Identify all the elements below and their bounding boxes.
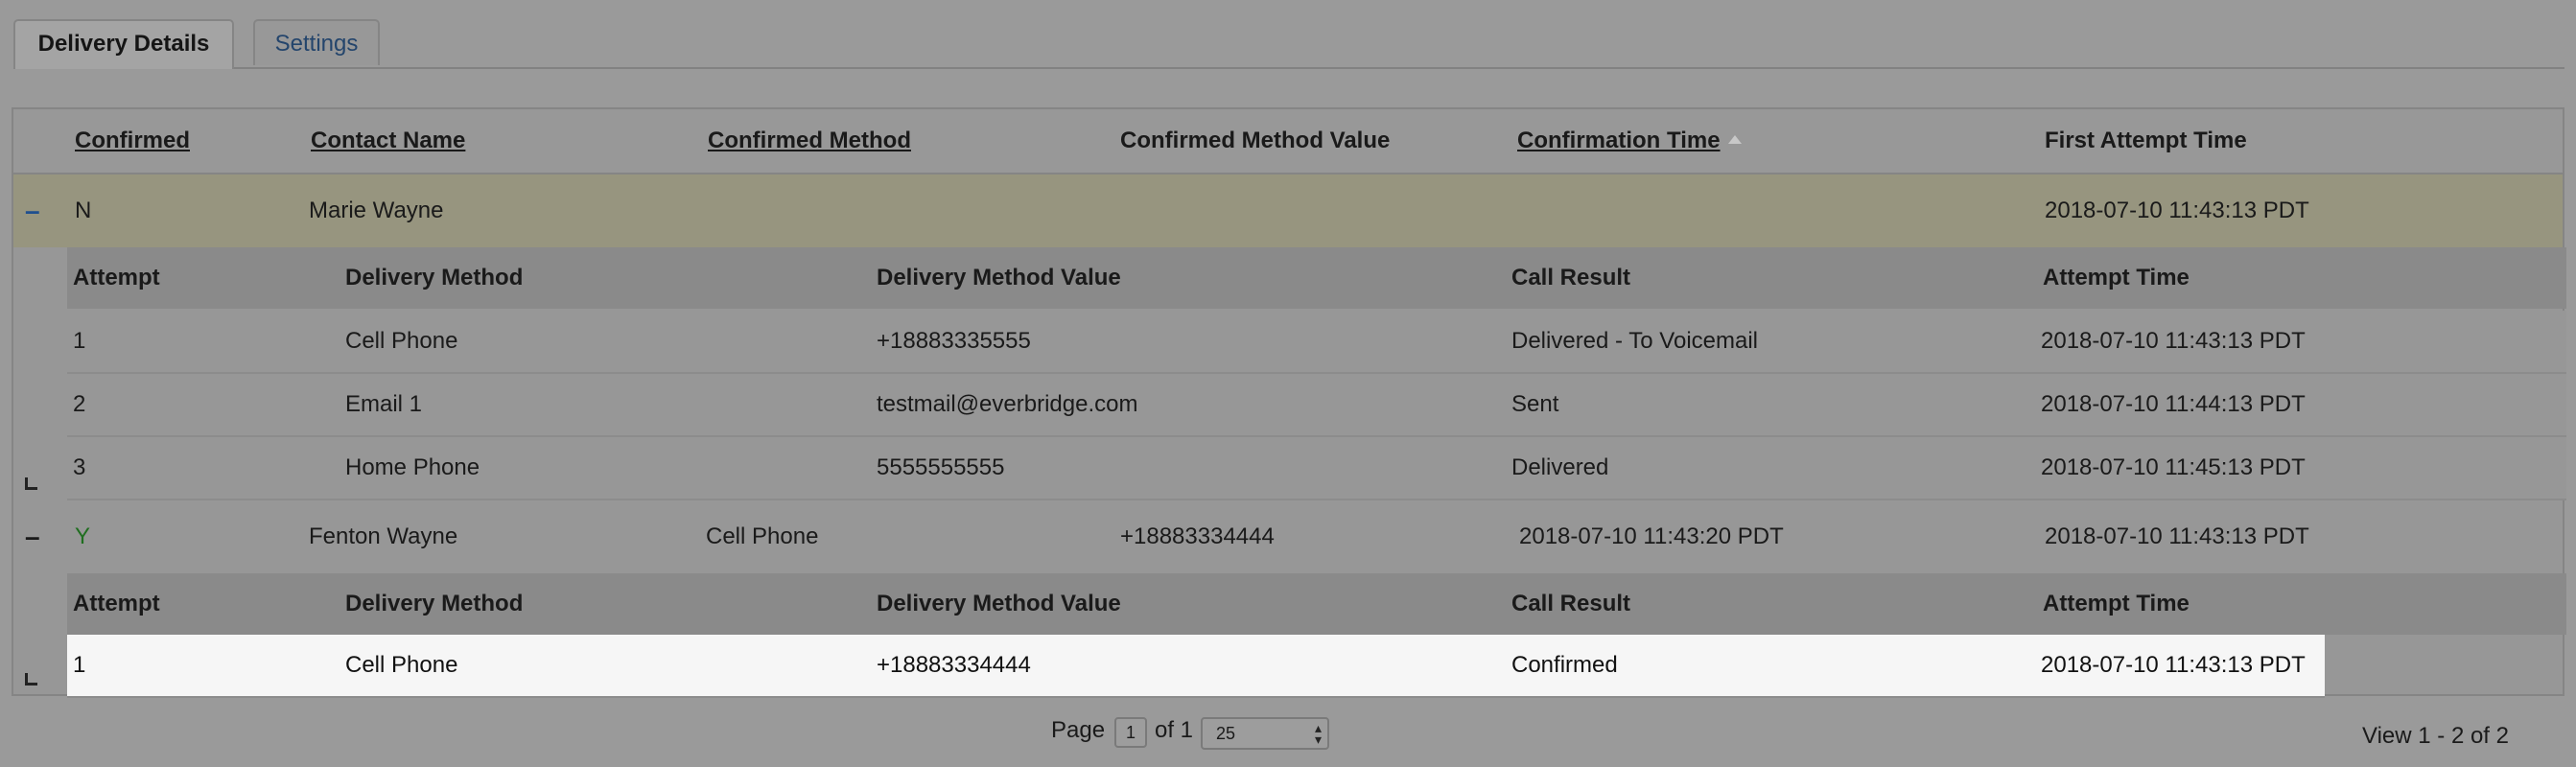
subgrid-header: Attempt Delivery Method Delivery Method … [67, 573, 2566, 635]
tab-settings[interactable]: Settings [253, 19, 380, 65]
subgrid-row[interactable]: 1 Cell Phone +18883335555 Delivered - To… [67, 311, 2566, 374]
subgrid-corner-icon [25, 477, 37, 490]
delivery-grid: Confirmed Contact Name Confirmed Method … [12, 107, 2566, 698]
rows-per-page-select[interactable]: 25 ▴ ▾ [1201, 717, 1329, 750]
column-header-confirmation-time[interactable]: Confirmation Time [1517, 128, 1721, 153]
cell-delivery-method: Cell Phone [345, 652, 458, 678]
attempts-subgrid: Attempt Delivery Method Delivery Method … [67, 247, 2566, 500]
subgrid-row[interactable]: 2 Email 1 testmail@everbridge.com Sent 2… [67, 374, 2566, 437]
cell-contact-name: Marie Wayne [309, 198, 444, 223]
cell-delivery-method: Cell Phone [345, 328, 458, 354]
tab-bar: Delivery Details Settings [13, 19, 2564, 69]
column-header-confirmed-method-value: Confirmed Method Value [1120, 128, 1391, 153]
attempts-subgrid: Attempt Delivery Method Delivery Method … [67, 573, 2566, 698]
cell-delivery-method-value: +18883334444 [877, 652, 1031, 678]
cell-call-result: Delivered [1511, 454, 1609, 480]
cell-delivery-method: Home Phone [345, 454, 480, 480]
table-row[interactable]: – Y Fenton Wayne Cell Phone +18883334444… [13, 500, 2563, 573]
subgrid-row-highlighted[interactable]: 1 Cell Phone +18883334444 Confirmed 2018… [67, 635, 2325, 698]
subcolumn-attempt: Attempt [73, 591, 160, 616]
column-header-contact-name[interactable]: Contact Name [311, 109, 465, 173]
subgrid-header: Attempt Delivery Method Delivery Method … [67, 247, 2566, 309]
page-label: Page [1051, 717, 1106, 743]
pager: Page 1 of 1 25 ▴ ▾ View 1 - 2 of 2 [0, 700, 2576, 767]
cell-delivery-method-value: 5555555555 [877, 454, 1005, 480]
cell-confirmed: N [75, 198, 92, 223]
cell-confirmed: Y [75, 523, 91, 549]
cell-contact-name: Fenton Wayne [309, 523, 458, 549]
sort-ascending-icon [1727, 135, 1742, 145]
tab-delivery-details[interactable]: Delivery Details [13, 19, 234, 69]
cell-call-result: Confirmed [1511, 652, 1618, 678]
subgrid-row[interactable]: 3 Home Phone 5555555555 Delivered 2018-0… [67, 437, 2566, 500]
cell-delivery-method-value: testmail@everbridge.com [877, 391, 1138, 417]
cell-attempt-time: 2018-07-10 11:43:13 PDT [2041, 652, 2306, 678]
subcolumn-attempt-time: Attempt Time [2043, 265, 2190, 291]
cell-first-attempt-time: 2018-07-10 11:43:13 PDT [2045, 523, 2309, 549]
column-header-first-attempt-time: First Attempt Time [2045, 128, 2247, 153]
cell-attempt: 1 [73, 652, 86, 678]
collapse-icon[interactable]: – [25, 500, 42, 573]
grid-header: Confirmed Contact Name Confirmed Method … [13, 109, 2563, 174]
cell-attempt-time: 2018-07-10 11:43:13 PDT [2041, 328, 2306, 354]
subgrid-corner-icon [25, 673, 37, 686]
column-header-confirmation-time-wrap[interactable]: Confirmation Time [1517, 109, 1742, 173]
page-number-input[interactable]: 1 [1114, 717, 1147, 748]
cell-call-result: Sent [1511, 391, 1559, 417]
cell-confirmed-method-value: +18883334444 [1120, 523, 1275, 549]
cell-confirmation-time: 2018-07-10 11:43:20 PDT [1519, 523, 1784, 549]
view-records-info: View 1 - 2 of 2 [2362, 723, 2509, 749]
cell-attempt: 2 [73, 391, 86, 417]
cell-delivery-method-value: +18883335555 [877, 328, 1031, 354]
cell-call-result: Delivered - To Voicemail [1511, 328, 1759, 354]
subcolumn-attempt-time: Attempt Time [2043, 591, 2190, 616]
cell-attempt-time: 2018-07-10 11:45:13 PDT [2041, 454, 2306, 480]
cell-attempt: 3 [73, 454, 86, 480]
page-count-label: of 1 [1155, 717, 1194, 743]
subcolumn-attempt: Attempt [73, 265, 160, 291]
cell-attempt: 1 [73, 328, 86, 354]
table-row[interactable]: – N Marie Wayne 2018-07-10 11:43:13 PDT [13, 174, 2563, 247]
subcolumn-call-result: Call Result [1511, 591, 1631, 616]
subcolumn-delivery-method-value: Delivery Method Value [877, 591, 1121, 616]
cell-confirmed-method: Cell Phone [706, 523, 819, 549]
subcolumn-call-result: Call Result [1511, 265, 1631, 291]
cell-first-attempt-time: 2018-07-10 11:43:13 PDT [2045, 198, 2309, 223]
subcolumn-delivery-method: Delivery Method [345, 591, 524, 616]
subcolumn-delivery-method-value: Delivery Method Value [877, 265, 1121, 291]
subcolumn-delivery-method: Delivery Method [345, 265, 524, 291]
column-header-confirmed-method[interactable]: Confirmed Method [708, 109, 911, 173]
rows-per-page-value: 25 [1216, 724, 1236, 743]
cell-attempt-time: 2018-07-10 11:44:13 PDT [2041, 391, 2306, 417]
cell-delivery-method: Email 1 [345, 391, 423, 417]
select-arrows-icon: ▴ ▾ [1314, 720, 1322, 747]
column-header-confirmed[interactable]: Confirmed [75, 109, 190, 173]
collapse-icon[interactable]: – [25, 174, 42, 247]
